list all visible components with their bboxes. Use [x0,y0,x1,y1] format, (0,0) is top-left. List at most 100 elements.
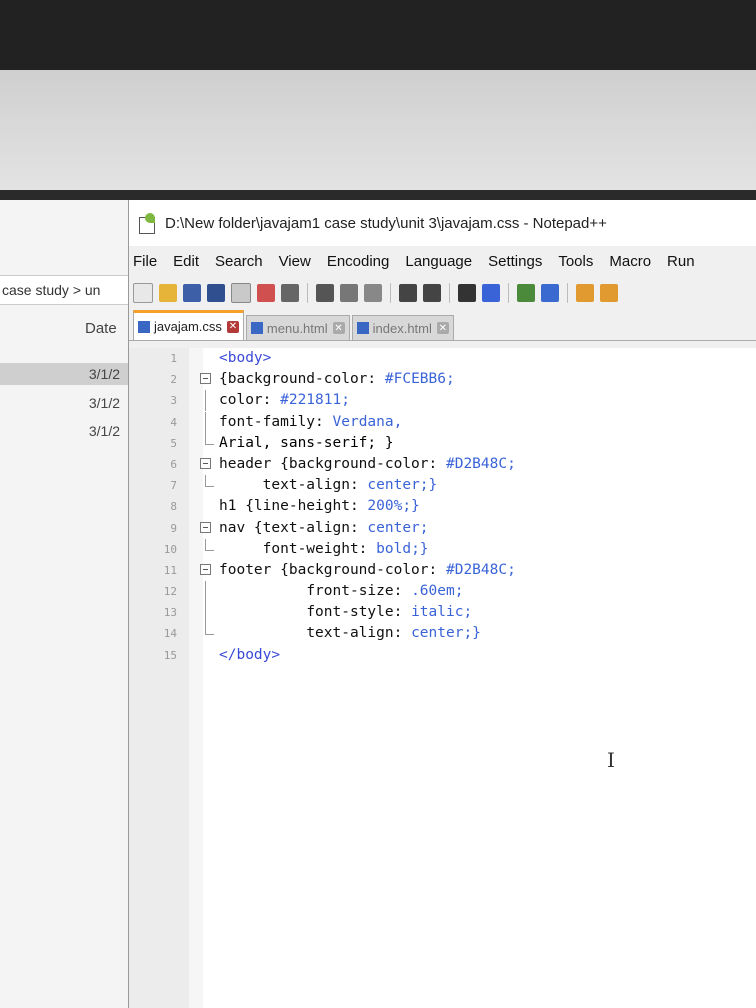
undo-icon[interactable] [399,284,417,302]
saved-file-icon [356,322,369,334]
paste-icon[interactable] [364,284,382,302]
fold-end-marker [205,538,214,551]
menu-edit[interactable]: Edit [173,253,199,270]
toolbar-separator [567,283,568,303]
redo-icon[interactable] [423,284,441,302]
code-text: header {background-color: #D2B48C; [219,455,516,472]
file-row[interactable]: 3/1/2 [0,392,130,414]
code-line[interactable]: 10 font-weight: bold;} [129,538,756,560]
menu-language[interactable]: Language [405,253,472,270]
saved-file-icon [250,322,263,334]
file-date: 3/1/2 [88,395,120,411]
sync-scroll-icon[interactable] [576,284,594,302]
line-number: 14 [163,627,177,641]
toolbar-separator [390,283,391,303]
code-text: Arial, sans-serif; } [219,434,394,451]
code-line[interactable]: 4 font-family: Verdana, [129,411,756,433]
fold-line-marker [205,390,206,412]
menu-search[interactable]: Search [215,253,263,270]
replace-icon[interactable] [482,284,500,302]
code-line[interactable]: 14 text-align: center;} [129,623,756,644]
fold-toggle-icon[interactable] [200,563,211,575]
cut-icon[interactable] [316,284,334,302]
close-file-icon[interactable] [231,283,251,303]
notepadpp-window: D:\New folder\javajam1 case study\unit 3… [128,200,756,1008]
fold-line-marker [205,411,206,433]
tab-javajam-css[interactable]: javajam.css ✕ [133,310,244,340]
code-line[interactable]: 6 header {background-color: #D2B48C; [129,454,756,475]
find-icon[interactable] [458,284,476,302]
menu-settings[interactable]: Settings [488,253,542,270]
line-number: 3 [170,394,177,408]
line-number: 7 [170,479,177,493]
code-line[interactable]: 12 front-size: .60em; [129,581,756,603]
fold-toggle-icon[interactable] [200,457,211,469]
explorer-breadcrumb[interactable]: case study > un [0,275,142,305]
close-all-icon[interactable] [257,284,275,302]
code-line[interactable]: 15 </body> [129,645,756,666]
code-text: {background-color: #FCEBB6; [219,371,455,388]
tab-label: index.html [372,320,432,336]
monitor-bezel [0,0,756,70]
file-row[interactable]: 3/1/2 [0,420,130,442]
menu-tools[interactable]: Tools [558,253,593,270]
tab-index-html[interactable]: index.html ✕ [351,315,454,340]
code-text: font-weight: bold;} [262,540,429,557]
code-line[interactable]: 2 {background-color: #FCEBB6; [129,369,756,390]
zoom-in-icon[interactable] [517,284,535,302]
close-tab-icon[interactable]: ✕ [226,320,239,333]
tab-menu-html[interactable]: menu.html ✕ [245,315,350,340]
code-text: font-style: italic; [306,604,473,621]
menu-encoding[interactable]: Encoding [327,253,390,270]
fold-end-marker [205,475,214,488]
line-number: 13 [163,606,177,620]
code-line[interactable]: 7 text-align: center;} [129,475,756,496]
code-editor[interactable]: 1 <body> 2 {background-color: #FCEBB6; 3 colo… [129,348,756,1008]
open-file-icon[interactable] [159,284,177,302]
code-line[interactable]: 11 footer {background-color: #D2B48C; [129,560,756,581]
monitor-edge [0,190,756,200]
zoom-out-icon[interactable] [541,284,559,302]
toolbar [129,276,756,310]
print-icon[interactable] [281,284,299,302]
save-all-icon[interactable] [207,284,225,302]
close-tab-icon[interactable]: ✕ [436,322,449,334]
title-bar[interactable]: D:\New folder\javajam1 case study\unit 3… [129,200,756,246]
menu-file[interactable]: File [133,253,157,270]
toolbar-separator [307,283,308,303]
code-text: font-family: Verdana, [219,413,403,430]
fold-end-marker [205,623,214,636]
code-line[interactable]: 9 nav {text-align: center; [129,518,756,539]
save-icon[interactable] [183,284,201,302]
menu-bar: File Edit Search View Encoding Language … [129,246,756,276]
file-date: 3/1/2 [88,366,120,382]
fold-line-marker [205,602,206,624]
toolbar-separator [449,283,450,303]
menu-macro[interactable]: Macro [609,253,651,270]
close-tab-icon[interactable]: ✕ [332,322,345,334]
code-line[interactable]: 13 font-style: italic; [129,602,756,624]
code-text: <body> [219,350,272,366]
code-line[interactable]: 1 <body> [129,348,756,369]
notepadpp-app-icon [137,213,157,234]
word-wrap-icon[interactable] [600,284,618,302]
code-line[interactable]: 8 h1 {line-height: 200%;} [129,496,756,517]
background-wall [0,70,756,195]
file-row[interactable]: 3/1/2 [0,363,130,385]
menu-view[interactable]: View [279,253,311,270]
code-text: </body> [219,646,281,663]
tab-label: menu.html [266,320,328,336]
new-file-icon[interactable] [133,283,153,303]
fold-toggle-icon[interactable] [200,521,211,533]
code-line[interactable]: 3 color: #221811; [129,390,756,412]
line-number: 11 [163,563,177,577]
line-number: 9 [170,521,177,535]
date-column-header[interactable]: Date [85,320,117,337]
fold-toggle-icon[interactable] [200,373,211,385]
fold-end-marker [205,432,214,445]
code-line[interactable]: 5 Arial, sans-serif; } [129,432,756,454]
code-text: footer {background-color: #D2B48C; [219,561,516,578]
tab-bar: javajam.css ✕ menu.html ✕ index.html ✕ [129,310,756,341]
menu-run[interactable]: Run [667,253,695,270]
copy-icon[interactable] [340,284,358,302]
